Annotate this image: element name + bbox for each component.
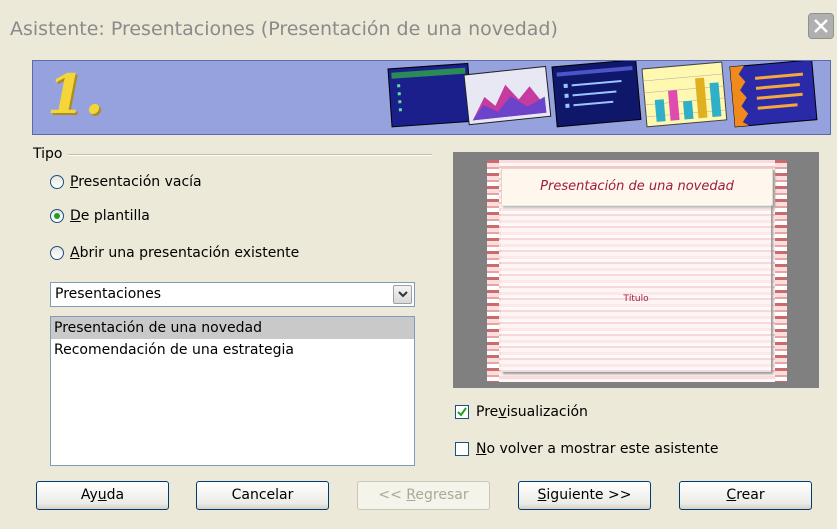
radio-button[interactable] <box>50 246 64 260</box>
category-select[interactable]: Presentaciones <box>50 282 415 307</box>
wizard-banner: 1. <box>32 60 831 135</box>
slide-title-box: Presentación de una novedad <box>501 168 773 206</box>
type-group-label: Tipo <box>33 146 63 162</box>
close-button[interactable] <box>808 13 834 39</box>
title-bar: Asistente: Presentaciones (Presentación … <box>0 0 837 58</box>
close-icon <box>814 19 828 33</box>
no-show-checkbox-label: No volver a mostrar este asistente <box>476 441 719 457</box>
preview-checkbox-label: Previsualización <box>476 404 588 420</box>
radio-empty-presentation[interactable]: Presentación vacía <box>50 171 202 193</box>
create-button[interactable]: Crear <box>679 481 812 510</box>
cancel-button[interactable]: Cancelar <box>196 481 329 510</box>
presentation-thumbnails-graphic <box>387 61 818 128</box>
step-number: 1. <box>47 62 104 126</box>
chevron-down-icon <box>398 291 408 298</box>
radio-label: Abrir una presentación existente <box>70 245 300 261</box>
slide-title: Presentación de una novedad <box>540 179 734 194</box>
checkmark-icon <box>457 407 467 417</box>
group-divider <box>68 154 432 156</box>
preview-panel: Presentación de una novedad Título <box>453 152 819 388</box>
no-show-checkbox-row[interactable]: No volver a mostrar este asistente <box>455 438 719 460</box>
radio-label: Presentación vacía <box>70 174 202 190</box>
template-list[interactable]: Presentación de una novedad Recomendació… <box>50 316 415 466</box>
window-title: Asistente: Presentaciones (Presentación … <box>10 18 558 40</box>
slide-body-box: Título <box>501 204 771 372</box>
radio-button[interactable] <box>50 175 64 189</box>
radio-open-existing[interactable]: Abrir una presentación existente <box>50 242 299 264</box>
dropdown-button[interactable] <box>393 285 412 304</box>
back-button[interactable]: << Regresar <box>357 481 490 510</box>
slide-border-right <box>775 160 787 382</box>
no-show-checkbox[interactable] <box>455 442 469 456</box>
slide-preview: Presentación de una novedad Título <box>487 160 787 382</box>
radio-from-template[interactable]: De plantilla <box>50 205 150 227</box>
list-item[interactable]: Recomendación de una estrategia <box>51 339 414 361</box>
radio-label: De plantilla <box>70 208 150 224</box>
radio-button[interactable] <box>50 209 64 223</box>
category-select-value: Presentaciones <box>55 286 162 302</box>
slide-subtitle: Título <box>623 294 649 304</box>
preview-checkbox-row[interactable]: Previsualización <box>455 401 588 423</box>
help-button[interactable]: Ayuda <box>36 481 169 510</box>
next-button[interactable]: Siguiente >> <box>518 481 651 510</box>
preview-checkbox[interactable] <box>455 405 469 419</box>
slide-border-left <box>487 160 499 382</box>
list-item[interactable]: Presentación de una novedad <box>51 317 414 339</box>
